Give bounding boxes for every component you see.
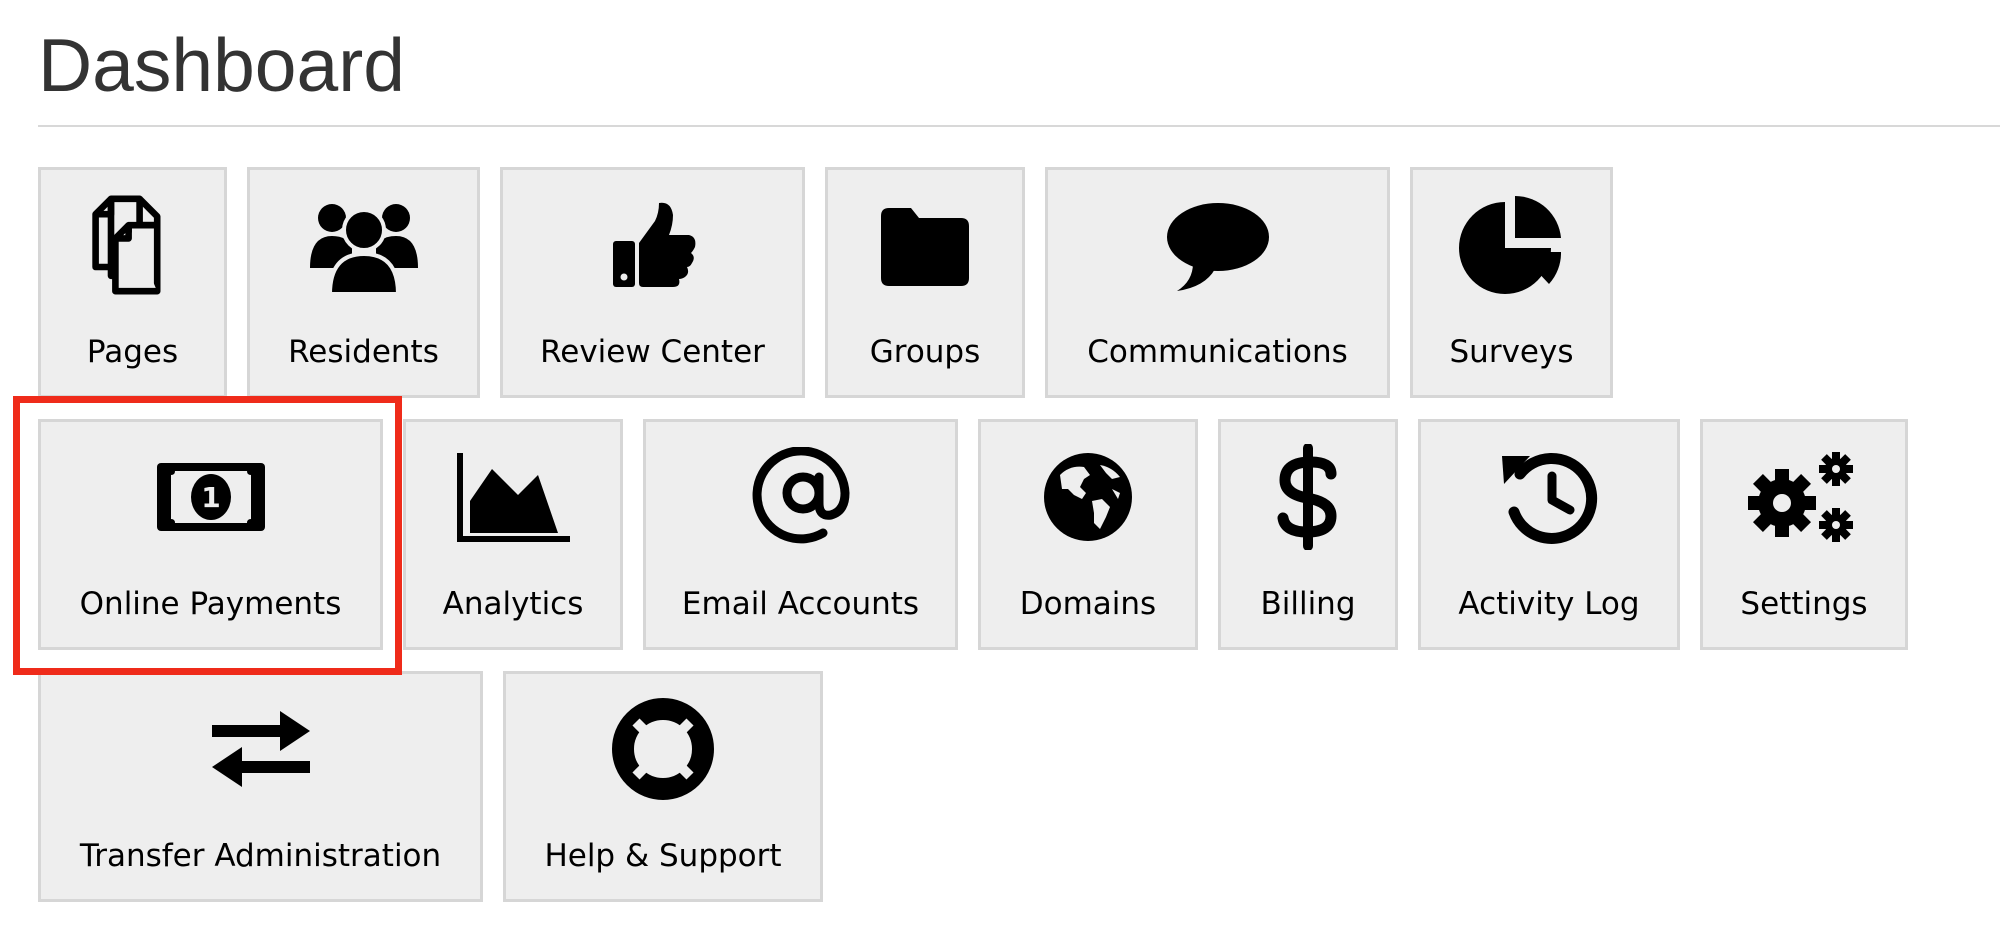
pages-icon bbox=[41, 170, 224, 320]
tile-settings-label: Settings bbox=[1740, 586, 1868, 622]
area-chart-icon bbox=[406, 422, 620, 572]
dollar-icon bbox=[1221, 422, 1395, 572]
tile-groups-label: Groups bbox=[869, 334, 981, 370]
tile-activity-log-label: Activity Log bbox=[1458, 586, 1640, 622]
globe-icon bbox=[981, 422, 1195, 572]
life-ring-icon bbox=[506, 674, 820, 824]
history-icon bbox=[1421, 422, 1677, 572]
tile-transfer-administration-label: Transfer Administration bbox=[79, 838, 442, 874]
thumbs-up-icon bbox=[503, 170, 802, 320]
tile-surveys[interactable]: Surveys bbox=[1410, 167, 1613, 398]
tile-online-payments-label: Online Payments bbox=[79, 586, 342, 622]
page-title: Dashboard bbox=[38, 23, 405, 107]
at-sign-icon bbox=[646, 422, 955, 572]
speech-bubble-icon bbox=[1048, 170, 1387, 320]
tile-domains-label: Domains bbox=[1019, 586, 1157, 622]
tile-online-payments[interactable]: 1 Online Payments bbox=[38, 419, 383, 650]
svg-text:1: 1 bbox=[201, 481, 220, 514]
tile-residents[interactable]: Residents bbox=[247, 167, 480, 398]
users-icon bbox=[250, 170, 477, 320]
folder-icon bbox=[828, 170, 1022, 320]
money-bill-icon: 1 bbox=[41, 422, 380, 572]
tile-residents-label: Residents bbox=[288, 334, 439, 370]
tile-domains[interactable]: Domains bbox=[978, 419, 1198, 650]
tile-email-accounts[interactable]: Email Accounts bbox=[643, 419, 958, 650]
tile-communications[interactable]: Communications bbox=[1045, 167, 1390, 398]
title-divider bbox=[38, 125, 2000, 127]
gears-icon bbox=[1703, 422, 1905, 572]
tile-communications-label: Communications bbox=[1087, 334, 1348, 370]
exchange-icon bbox=[41, 674, 480, 824]
tile-analytics[interactable]: Analytics bbox=[403, 419, 623, 650]
tile-activity-log[interactable]: Activity Log bbox=[1418, 419, 1680, 650]
tile-transfer-administration[interactable]: Transfer Administration bbox=[38, 671, 483, 902]
tile-settings[interactable]: Settings bbox=[1700, 419, 1908, 650]
tile-review-center-label: Review Center bbox=[540, 334, 765, 370]
tile-email-accounts-label: Email Accounts bbox=[681, 586, 920, 622]
tile-billing-label: Billing bbox=[1260, 586, 1356, 622]
tile-review-center[interactable]: Review Center bbox=[500, 167, 805, 398]
tile-pages-label: Pages bbox=[86, 334, 179, 370]
tile-analytics-label: Analytics bbox=[442, 586, 584, 622]
tile-billing[interactable]: Billing bbox=[1218, 419, 1398, 650]
pie-chart-icon bbox=[1413, 170, 1610, 320]
tile-surveys-label: Surveys bbox=[1449, 334, 1574, 370]
tile-help-support-label: Help & Support bbox=[544, 838, 782, 874]
tile-pages[interactable]: Pages bbox=[38, 167, 227, 398]
tile-groups[interactable]: Groups bbox=[825, 167, 1025, 398]
tile-help-support[interactable]: Help & Support bbox=[503, 671, 823, 902]
